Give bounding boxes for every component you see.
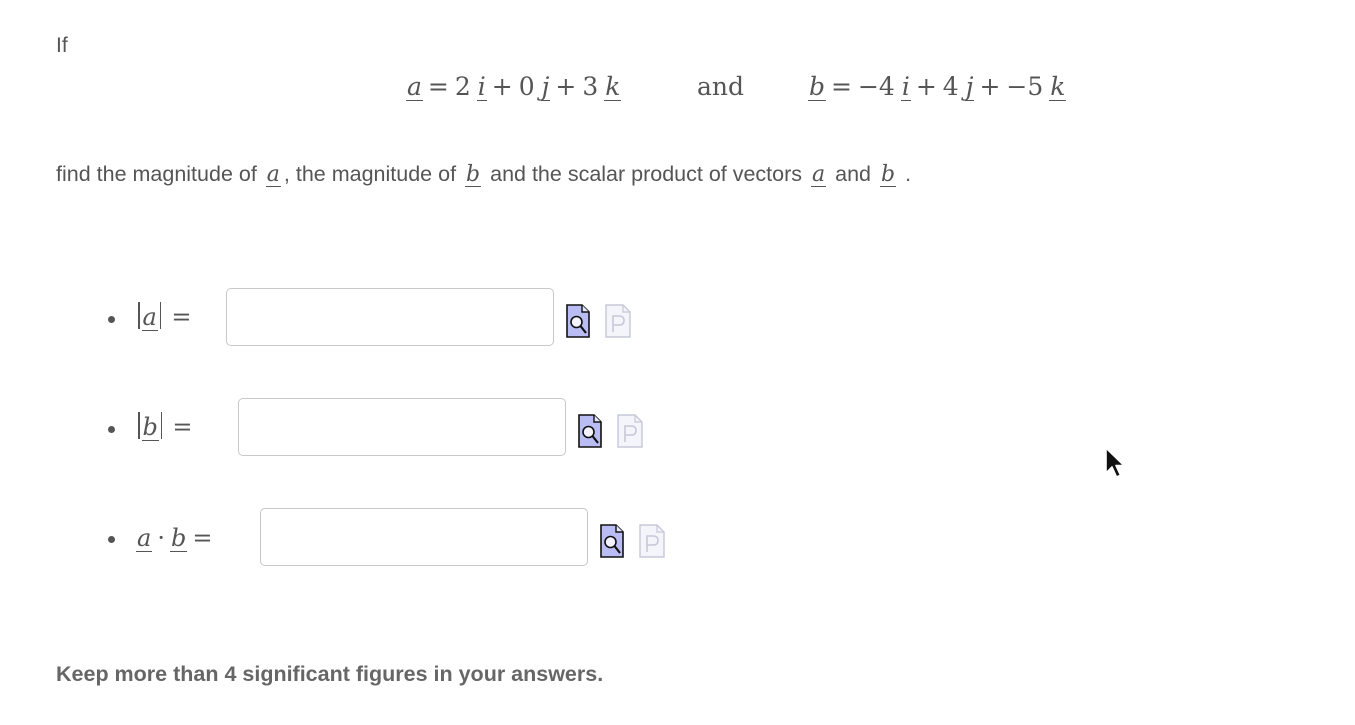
- preview-magnifier-icon[interactable]: [578, 414, 602, 448]
- vector-b-symbol: b: [879, 162, 897, 188]
- instruction-part: and the scalar product of vectors: [490, 162, 803, 186]
- equals-sign: =: [171, 303, 192, 331]
- preview-magnifier-icon[interactable]: [600, 524, 624, 558]
- sig-fig-note: Keep more than 4 significant figures in …: [56, 662, 604, 686]
- unit-vector: j: [964, 72, 975, 102]
- instruction-part: find the magnitude of: [56, 162, 257, 186]
- abs-bar: [138, 412, 140, 439]
- scalar-product-input[interactable]: [260, 508, 588, 566]
- coef: 4: [942, 72, 959, 101]
- operator: +: [491, 72, 513, 101]
- coef: −4: [857, 72, 895, 101]
- preview-magnifier-icon[interactable]: [566, 304, 590, 338]
- instruction-part: and: [835, 162, 871, 186]
- coef: 3: [582, 72, 599, 101]
- vector-a-symbol: a: [141, 303, 158, 332]
- abs-bar: [138, 302, 140, 329]
- vector-b-symbol: b: [465, 162, 482, 188]
- vector-a-symbol: a: [406, 72, 423, 102]
- instruction-text: find the magnitude of a, the magnitude o…: [56, 162, 912, 188]
- vector-b-symbol: b: [808, 72, 827, 102]
- unit-vector: k: [604, 72, 622, 102]
- unit-vector: i: [900, 72, 911, 102]
- coef: 0: [518, 72, 535, 101]
- list-bullet: [108, 316, 115, 323]
- vector-b-equation: b = −4 i +4 j + −5 k: [808, 72, 1067, 102]
- p-document-icon[interactable]: [639, 524, 665, 558]
- scalar-product-label: a · b =: [136, 524, 217, 553]
- equals-sign: =: [192, 524, 213, 552]
- magnitude-a-input[interactable]: [226, 288, 554, 346]
- connector-and: and: [697, 72, 745, 101]
- p-document-icon[interactable]: [605, 304, 631, 338]
- equals-sign: =: [172, 413, 193, 441]
- coef: −5: [1006, 72, 1044, 101]
- operator: +: [979, 72, 1001, 101]
- magnitude-b-input[interactable]: [238, 398, 566, 456]
- operator: +: [915, 72, 937, 101]
- unit-vector: i: [476, 72, 487, 102]
- vector-a-symbol: a: [811, 162, 827, 188]
- instruction-part: , the magnitude of: [283, 162, 457, 186]
- p-document-icon[interactable]: [617, 414, 643, 448]
- vector-a-equation: a = 2 i +0 j +3 k: [406, 72, 622, 102]
- vector-b-symbol: b: [169, 524, 188, 553]
- magnitude-a-label: a =: [136, 302, 196, 332]
- list-bullet: [108, 536, 115, 543]
- vector-a-symbol: a: [265, 162, 281, 188]
- list-bullet: [108, 426, 115, 433]
- operator: +: [555, 72, 577, 101]
- coef: 2: [454, 72, 471, 101]
- mouse-cursor-icon: [1105, 447, 1125, 478]
- vector-a-symbol: a: [136, 524, 153, 553]
- vector-b-symbol: b: [141, 413, 159, 442]
- instruction-part: .: [905, 162, 912, 186]
- dot-operator: ·: [157, 524, 165, 552]
- equals-sign: =: [427, 72, 449, 101]
- abs-bar: [159, 302, 162, 329]
- unit-vector: j: [540, 72, 551, 102]
- magnitude-b-label: b =: [136, 412, 197, 442]
- abs-bar: [160, 412, 163, 439]
- unit-vector: k: [1049, 72, 1067, 102]
- equals-sign: =: [831, 72, 852, 101]
- intro-text: If: [56, 34, 68, 57]
